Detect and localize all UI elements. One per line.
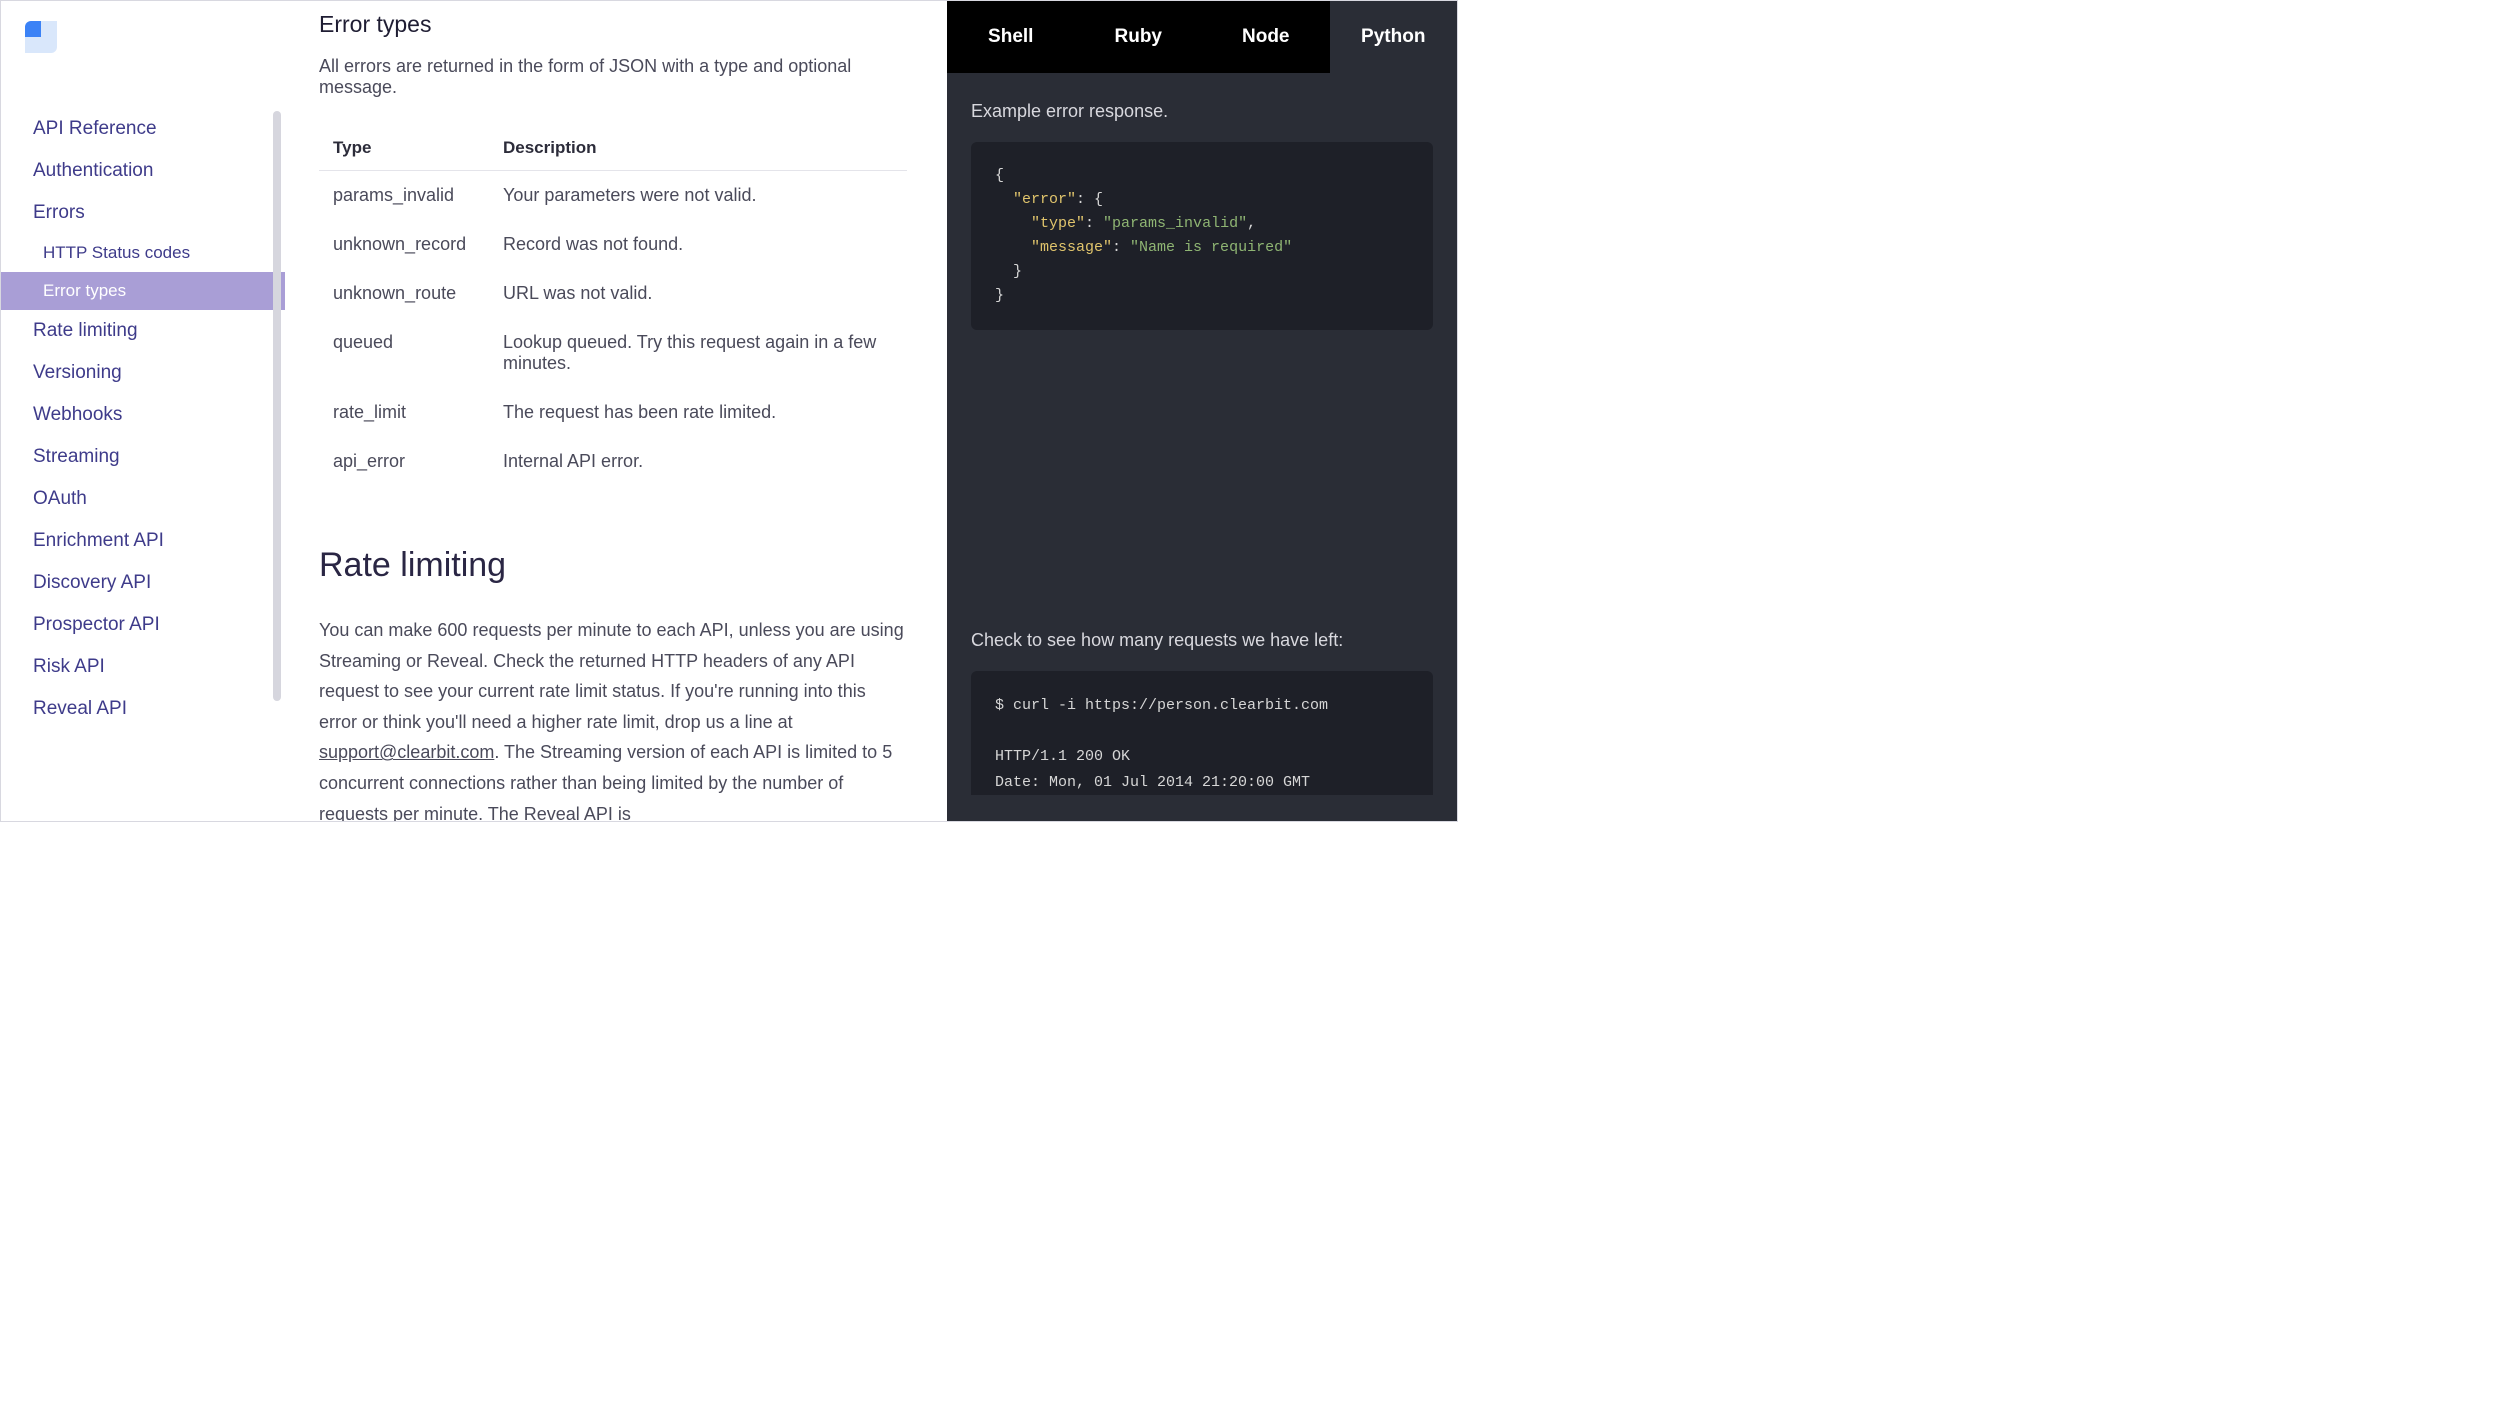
table-row: unknown_route URL was not valid. <box>319 269 907 318</box>
tab-python[interactable]: Python <box>1330 1 1458 73</box>
cell-desc: The request has been rate limited. <box>489 388 907 437</box>
cell-type: queued <box>319 318 489 388</box>
section-intro-error-types: All errors are returned in the form of J… <box>319 56 907 98</box>
sidebar-item-oauth[interactable]: OAuth <box>1 478 285 520</box>
sidebar-item-streaming[interactable]: Streaming <box>1 436 285 478</box>
table-row: rate_limit The request has been rate lim… <box>319 388 907 437</box>
sidebar-item-prospector-api[interactable]: Prospector API <box>1 604 285 646</box>
table-row: unknown_record Record was not found. <box>319 220 907 269</box>
sidebar-scrollbar[interactable] <box>273 111 281 701</box>
sidebar-item-rate-limiting[interactable]: Rate limiting <box>1 310 285 352</box>
code-caption-1: Example error response. <box>971 101 1433 122</box>
sidebar-item-webhooks[interactable]: Webhooks <box>1 394 285 436</box>
cell-desc: Record was not found. <box>489 220 907 269</box>
cell-desc: URL was not valid. <box>489 269 907 318</box>
sidebar-sub-error-types[interactable]: Error types <box>1 272 285 310</box>
tab-ruby[interactable]: Ruby <box>1075 1 1203 73</box>
cell-type: rate_limit <box>319 388 489 437</box>
sidebar-item-versioning[interactable]: Versioning <box>1 352 285 394</box>
section-title-error-types: Error types <box>319 11 907 38</box>
sidebar: API Reference Authentication Errors HTTP… <box>1 1 285 821</box>
support-email-link[interactable]: support@clearbit.com <box>319 742 494 762</box>
cell-desc: Internal API error. <box>489 437 907 486</box>
sidebar-item-discovery-api[interactable]: Discovery API <box>1 562 285 604</box>
table-row: api_error Internal API error. <box>319 437 907 486</box>
code-panel: Shell Ruby Node Python Example error res… <box>947 1 1457 821</box>
code-caption-2: Check to see how many requests we have l… <box>971 630 1433 651</box>
brand-logo-icon <box>25 21 57 53</box>
logo[interactable] <box>1 1 285 68</box>
main-content: Error types All errors are returned in t… <box>285 1 947 821</box>
sidebar-item-authentication[interactable]: Authentication <box>1 150 285 192</box>
code-body: Example error response. { "error": { "ty… <box>947 73 1457 795</box>
sidebar-item-risk-api[interactable]: Risk API <box>1 646 285 688</box>
error-types-table: Type Description params_invalid Your par… <box>319 126 907 486</box>
sidebar-item-api-reference[interactable]: API Reference <box>1 108 285 150</box>
cell-type: unknown_route <box>319 269 489 318</box>
sidebar-item-reveal-api[interactable]: Reveal API <box>1 688 285 730</box>
cell-type: unknown_record <box>319 220 489 269</box>
cell-desc: Lookup queued. Try this request again in… <box>489 318 907 388</box>
code-block-2: $ curl -i https://person.clearbit.com HT… <box>971 671 1433 795</box>
cell-type: api_error <box>319 437 489 486</box>
col-header-type: Type <box>319 126 489 171</box>
code-block-1: { "error": { "type": "params_invalid", "… <box>971 142 1433 330</box>
cell-type: params_invalid <box>319 171 489 221</box>
cell-desc: Your parameters were not valid. <box>489 171 907 221</box>
sidebar-sub-http-status-codes[interactable]: HTTP Status codes <box>1 234 285 272</box>
language-tabs: Shell Ruby Node Python <box>947 1 1457 73</box>
sidebar-item-enrichment-api[interactable]: Enrichment API <box>1 520 285 562</box>
col-header-description: Description <box>489 126 907 171</box>
sidebar-item-errors[interactable]: Errors <box>1 192 285 234</box>
sidebar-nav: API Reference Authentication Errors HTTP… <box>1 68 285 730</box>
rate-limiting-text-before: You can make 600 requests per minute to … <box>319 620 904 732</box>
section-title-rate-limiting: Rate limiting <box>319 546 907 585</box>
table-row: params_invalid Your parameters were not … <box>319 171 907 221</box>
table-row: queued Lookup queued. Try this request a… <box>319 318 907 388</box>
tab-shell[interactable]: Shell <box>947 1 1075 73</box>
section-body-rate-limiting: You can make 600 requests per minute to … <box>319 615 907 821</box>
tab-node[interactable]: Node <box>1202 1 1330 73</box>
